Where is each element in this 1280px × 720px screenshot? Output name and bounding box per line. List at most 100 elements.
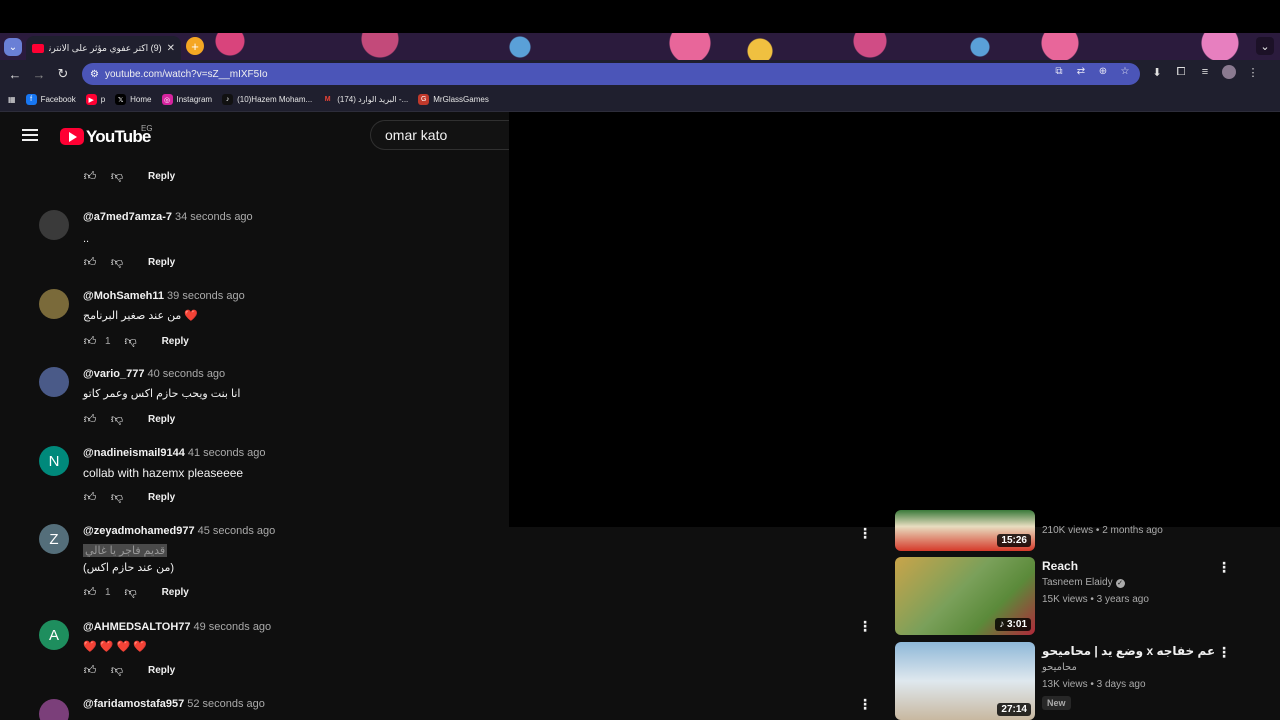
bookmark-facebook[interactable]: f Facebook	[25, 94, 76, 105]
comment-time[interactable]: 39 seconds ago	[167, 290, 245, 302]
bookmark-star-icon[interactable]: ☆	[1118, 66, 1132, 77]
comment-author[interactable]: @zeyadmohamed977	[83, 525, 195, 537]
extensions-puzzle-icon[interactable]: ⧠	[1174, 66, 1188, 79]
video-duration: 27:14	[997, 703, 1031, 716]
zoom-icon[interactable]: ⊕	[1096, 66, 1110, 77]
bookmark-mrglassgames[interactable]: G MrGlassGames	[418, 94, 489, 105]
reply-button[interactable]: Reply	[148, 257, 175, 268]
bookmark-youtube[interactable]: ▶ p	[85, 94, 105, 105]
profile-avatar-icon[interactable]	[1222, 65, 1236, 79]
video-channel[interactable]: Tasneem Elaidy ✓	[1042, 577, 1125, 588]
thumb-up-icon[interactable]: 👍︎	[83, 663, 97, 677]
tab-strip: ⌄ (9) اكتر عفوي مؤثر على الانترنت ✕ + ⌄	[0, 33, 1280, 60]
video-duration: ♪ 3:01	[995, 618, 1031, 631]
extension-download-icon[interactable]: ⬇	[1150, 66, 1164, 79]
comment-text: ❤️ ❤️ ❤️ ❤️	[83, 641, 147, 653]
apps-grid-icon[interactable]: ▦	[8, 95, 16, 104]
thumb-up-icon[interactable]: 👍︎	[83, 255, 97, 269]
avatar[interactable]	[39, 367, 69, 397]
bookmark-instagram[interactable]: ◎ Instagram	[161, 94, 212, 105]
comment-text-partial: — — — — —	[83, 158, 150, 162]
reply-button[interactable]: Reply	[148, 171, 175, 182]
avatar[interactable]	[39, 210, 69, 240]
tab-youtube[interactable]: (9) اكتر عفوي مؤثر على الانترنت ✕	[26, 36, 181, 60]
more-vert-icon[interactable]: ⋮	[858, 696, 872, 712]
address-bar[interactable]: ⚙ youtube.com/watch?v=sZ__mIXF5Io ⧉ ⇄ ⊕ …	[82, 63, 1140, 85]
comment-author[interactable]: @vario_777	[83, 368, 145, 380]
youtube-logo-icon[interactable]	[60, 128, 84, 145]
comment-time[interactable]: 40 seconds ago	[148, 368, 226, 380]
media-queue-icon[interactable]: ≡	[1198, 66, 1212, 78]
thumb-down-icon[interactable]: 👎︎	[124, 334, 138, 348]
back-arrow-icon[interactable]: ←	[6, 65, 24, 83]
tab-search-chevron-down-icon[interactable]: ⌄	[4, 38, 22, 56]
thumb-down-icon[interactable]: 👎︎	[110, 663, 124, 677]
thumb-down-icon[interactable]: 👎︎	[110, 255, 124, 269]
search-input[interactable]: omar kato	[370, 120, 509, 150]
thumb-up-icon[interactable]: 👍︎	[83, 412, 97, 426]
reply-button[interactable]: Reply	[162, 336, 189, 347]
avatar[interactable]: Z	[39, 524, 69, 554]
comment-time[interactable]: 34 seconds ago	[175, 211, 253, 223]
comment-author[interactable]: @AHMEDSALTOH77	[83, 621, 191, 633]
comment-author[interactable]: @MohSameh11	[83, 290, 164, 302]
forward-arrow-icon[interactable]: →	[30, 65, 48, 83]
comment-text: collab with hazemx pleaseeee	[83, 466, 244, 480]
tab-close-icon[interactable]: ✕	[167, 43, 175, 54]
comments-section: — — — — — 👍︎ 👎︎ Reply @a7med7amza-734 se…	[0, 158, 509, 720]
video-channel[interactable]: محاميحو	[1042, 662, 1077, 673]
avatar[interactable]: N	[39, 446, 69, 476]
new-tab-plus-icon[interactable]: +	[186, 37, 204, 55]
avatar[interactable]	[39, 699, 69, 720]
avatar[interactable]	[39, 289, 69, 319]
like-count: 1	[105, 586, 111, 598]
video-title[interactable]: وضع يد | محاميحو x عم خفاجه	[1042, 644, 1215, 658]
thumb-up-icon[interactable]: 👍︎	[83, 585, 97, 599]
comment-text: (من عند حازم اكس)	[83, 562, 175, 574]
avatar[interactable]: A	[39, 620, 69, 650]
more-vert-icon[interactable]: ⋮	[1217, 559, 1231, 575]
reply-button[interactable]: Reply	[148, 665, 175, 676]
install-app-icon[interactable]: ⧉	[1052, 66, 1066, 77]
thumb-down-icon[interactable]: 👎︎	[110, 412, 124, 426]
tab-strip-chevron-icon[interactable]: ⌄	[1256, 37, 1274, 55]
comment-text: من عند صغير البرنامج ❤️	[83, 310, 199, 322]
comment-author[interactable]: @nadineismail9144	[83, 447, 185, 459]
video-thumbnail[interactable]: ♪ 3:01	[895, 557, 1035, 635]
reload-icon[interactable]: ↻	[54, 65, 72, 83]
browser-menu-icon[interactable]: ⋮	[1246, 66, 1260, 79]
comment-time[interactable]: 41 seconds ago	[188, 447, 266, 459]
bookmark-tiktok[interactable]: ♪ (10)Hazem Moham...	[222, 94, 312, 105]
site-info-icon[interactable]: ⚙	[90, 69, 99, 80]
thumb-down-icon[interactable]: 👎︎	[110, 490, 124, 504]
comment-time[interactable]: 52 seconds ago	[187, 698, 265, 710]
comment-time[interactable]: 45 seconds ago	[198, 525, 276, 537]
bookmark-x-home[interactable]: 𝕏 Home	[115, 94, 152, 105]
more-vert-icon[interactable]: ⋮	[858, 618, 872, 634]
video-thumbnail[interactable]: 15:26	[895, 510, 1035, 551]
comment-author[interactable]: @faridamostafa957	[83, 698, 184, 710]
more-vert-icon[interactable]: ⋮	[1217, 644, 1231, 660]
youtube-favicon-icon	[32, 43, 44, 53]
comment-text: انا بنت ويحب حازم اكس وعمر كاتو	[83, 388, 241, 400]
thumb-up-icon[interactable]: 👍︎	[83, 169, 97, 183]
thumb-down-icon[interactable]: 👎︎	[110, 169, 124, 183]
video-player[interactable]	[509, 112, 1280, 527]
more-vert-icon[interactable]: ⋮	[858, 525, 872, 541]
hamburger-menu-icon[interactable]	[22, 129, 38, 141]
comment-author[interactable]: @a7med7amza-7	[83, 211, 172, 223]
bookmark-gmail[interactable]: M (174) البريد الوارد -...	[322, 94, 408, 105]
tiktok-icon: ♪	[222, 94, 234, 105]
thumb-up-icon[interactable]: 👍︎	[83, 334, 97, 348]
reply-button[interactable]: Reply	[148, 492, 175, 503]
translate-icon[interactable]: ⇄	[1074, 66, 1088, 77]
comment-time[interactable]: 49 seconds ago	[194, 621, 272, 633]
reply-button[interactable]: Reply	[148, 414, 175, 425]
reply-button[interactable]: Reply	[162, 587, 189, 598]
instagram-icon: ◎	[161, 94, 173, 105]
bookmark-label: Home	[130, 95, 152, 104]
video-title[interactable]: Reach	[1042, 559, 1078, 573]
thumb-down-icon[interactable]: 👎︎	[124, 585, 138, 599]
video-thumbnail[interactable]: 27:14	[895, 642, 1035, 720]
thumb-up-icon[interactable]: 👍︎	[83, 490, 97, 504]
